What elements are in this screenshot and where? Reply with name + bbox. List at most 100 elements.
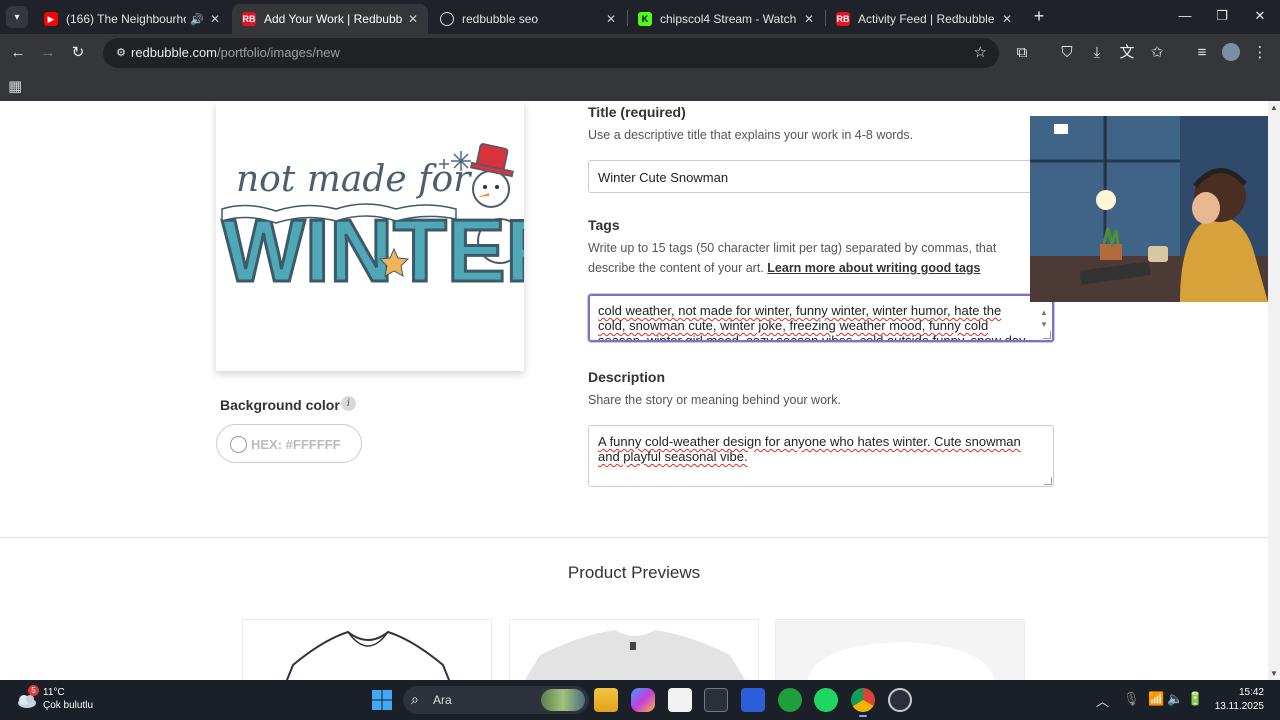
description-help: Share the story or meaning behind your w… [588,393,841,407]
tab-youtube[interactable]: ▶ (166) The Neighbourhood 🔊 ✕ [34,4,230,34]
forward-icon[interactable]: → [38,43,58,63]
close-tab-icon[interactable]: ✕ [606,12,616,26]
editor-app-icon[interactable] [741,688,765,712]
browser-tab-bar: ▾ ▶ (166) The Neighbourhood 🔊 ✕ RB Add Y… [0,0,1280,34]
url-text[interactable]: redbubble.com/portfolio/images/new [131,45,340,60]
pillow-icon [807,642,995,680]
resize-handle[interactable] [1043,331,1051,339]
artwork-line1: not made for [236,159,472,200]
close-tab-icon[interactable]: ✕ [1002,12,1012,26]
new-tab-button[interactable]: + [1029,7,1049,27]
page-scrollbar[interactable]: ▲ ▼ [1268,101,1280,680]
resize-handle[interactable] [1044,477,1052,485]
wifi-icon[interactable]: 📶 [1148,691,1164,707]
tshirt-white-icon [525,630,745,680]
pip-drag-handle[interactable] [1030,102,1268,116]
media-control-icon[interactable]: ≡ [1192,43,1212,63]
picture-in-picture-video[interactable] [1030,116,1268,302]
minimize-button[interactable]: — [1175,8,1195,23]
apps-grid-icon[interactable]: ▦ [8,77,22,95]
info-icon[interactable]: i [341,396,356,411]
section-divider [0,537,1268,538]
tab-add-your-work[interactable]: RB Add Your Work | Redbubble ✕ [232,4,428,34]
tags-help: Write up to 15 tags (50 character limit … [588,241,997,275]
product-preview-tshirt-outline[interactable] [242,619,492,680]
clock-time[interactable]: 15:42 [1226,687,1264,698]
title-label: Title (required) [588,104,686,120]
browser-toolbar: ← → ↻ ⚙ redbubble.com/portfolio/images/n… [0,34,1280,72]
close-tab-icon[interactable]: ✕ [210,12,220,26]
redbubble-icon: RB [242,12,256,26]
reload-icon[interactable]: ↻ [68,43,88,63]
youtube-icon: ▶ [44,12,58,26]
tags-label: Tags [588,217,620,233]
learn-more-tags-link[interactable]: Learn more about writing good tags [767,261,980,275]
tshirt-outline-icon [285,630,451,680]
title-help: Use a descriptive title that explains yo… [588,128,914,142]
copilot-icon[interactable] [631,688,655,712]
windows-start-icon[interactable] [371,689,393,711]
artwork-preview: not made for WINTER [216,101,524,371]
incognito-icon[interactable]: ⛉ [1057,43,1077,63]
hex-value: HEX: #FFFFFF [251,437,341,452]
close-tab-icon[interactable]: ✕ [408,12,418,26]
chrome-icon[interactable] [851,688,875,717]
bookmarks-bar: ▦ [0,72,1280,101]
chatgpt-icon [440,12,454,26]
scroll-down-icon[interactable]: ▼ [1270,669,1278,678]
tab-activity-feed[interactable]: RB Activity Feed | Redbubble ✕ [826,4,1022,34]
description-label: Description [588,369,666,385]
site-info-icon[interactable]: ⚙ [113,45,129,61]
extensions-icon[interactable]: ⧉ [1012,43,1032,63]
background-color-picker[interactable]: HEX: #FFFFFF [216,424,362,463]
microphone-icon[interactable]: 🎙 [1123,691,1140,707]
download-icon[interactable]: ⤓ [1087,43,1107,63]
windows-taskbar: 5 11°C Çok bulutlu ⌕ Ara ︿ 🎙 📶 🔈 🔋 15:42… [0,680,1280,720]
close-window-button[interactable]: ✕ [1250,8,1270,24]
show-hidden-icons[interactable]: ︿ [1096,691,1109,710]
search-highlight-image [541,689,585,711]
microsoft-store-icon[interactable] [668,688,692,712]
address-bar[interactable]: ⚙ redbubble.com/portfolio/images/new ☆ [103,38,999,68]
volume-icon[interactable]: 🔈 [1167,691,1183,707]
steam-icon[interactable] [888,688,912,712]
artwork-image: not made for WINTER [221,143,524,301]
background-color-label: Background color [220,397,340,413]
description-textarea[interactable]: A funny cold-weather design for anyone w… [588,425,1054,487]
kick-icon: K [638,12,652,26]
title-input[interactable]: Winter Cute Snowman [588,160,1054,193]
lofi-girl-video-frame [1030,116,1268,302]
menu-icon[interactable]: ⋮ [1250,43,1270,63]
close-pip-icon [1054,124,1068,134]
xbox-icon[interactable] [778,688,802,712]
weather-description[interactable]: Çok bulutlu [43,700,93,711]
profile-avatar[interactable] [1222,43,1240,61]
file-explorer-icon[interactable] [594,688,618,712]
color-swatch[interactable] [230,436,247,453]
product-preview-tshirt-white[interactable] [509,619,759,680]
redbubble-icon: RB [836,12,850,26]
taskbar-search[interactable]: ⌕ Ara [403,686,589,714]
tab-search-button[interactable]: ▾ [6,6,28,28]
bookmark-star-icon[interactable]: ☆ [974,43,987,61]
tab-redbubble-seo[interactable]: redbubble seo ✕ [430,4,626,34]
app-icon[interactable] [704,688,728,712]
clock-date[interactable]: 13.11.2025 [1213,701,1264,712]
favorites-icon[interactable]: ✩ [1147,43,1167,63]
spotify-icon[interactable] [814,688,838,712]
weather-badge: 5 [28,685,39,696]
speaker-icon[interactable]: 🔊 [190,13,204,26]
close-tab-icon[interactable]: ✕ [804,12,814,26]
restore-button[interactable]: ❐ [1212,8,1232,24]
back-icon[interactable]: ← [8,43,28,63]
tags-textarea[interactable]: cold weather, not made for winter, funny… [588,294,1054,342]
translate-icon[interactable]: 文 [1117,43,1137,63]
scroll-up-icon[interactable]: ▲ [1270,103,1278,112]
product-preview-pillow[interactable] [775,619,1025,680]
product-previews-title: Product Previews [567,563,701,582]
scroll-down-icon[interactable]: ▼ [1040,317,1048,332]
search-icon: ⌕ [411,691,419,707]
battery-icon[interactable]: 🔋 [1187,691,1203,707]
tab-kick-stream[interactable]: K chipscol4 Stream - Watch Live o ✕ [628,4,824,34]
weather-temperature[interactable]: 11°C [43,687,65,698]
